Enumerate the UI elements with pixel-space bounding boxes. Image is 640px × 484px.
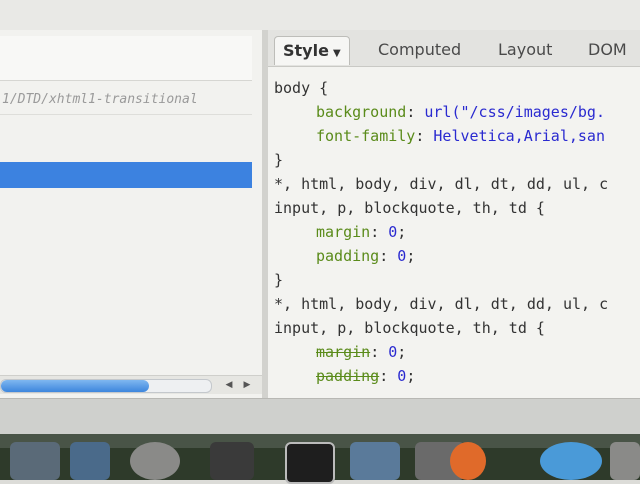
css-declaration-overridden[interactable]: margin: 0; bbox=[274, 340, 640, 364]
styles-panel: Style ▼ Computed Layout DOM body { backgr… bbox=[268, 30, 640, 398]
browser-icon[interactable] bbox=[540, 442, 602, 480]
css-property[interactable]: padding bbox=[316, 247, 379, 265]
tab-style[interactable]: Style ▼ bbox=[274, 36, 350, 65]
folder-icon[interactable] bbox=[70, 442, 110, 480]
css-selector[interactable]: *, html, body, div, dl, dt, dd, ul, c bbox=[274, 292, 640, 316]
horizontal-scrollbar[interactable]: ◀ ▶ bbox=[0, 375, 262, 394]
firefox-icon[interactable] bbox=[450, 442, 486, 480]
css-selector[interactable]: *, html, body, div, dl, dt, dd, ul, c bbox=[274, 172, 640, 196]
css-value[interactable]: 0 bbox=[397, 367, 406, 385]
css-declaration[interactable]: margin: 0; bbox=[274, 220, 640, 244]
scroll-left-icon[interactable]: ◀ bbox=[222, 378, 236, 392]
gear-icon[interactable] bbox=[130, 442, 180, 480]
css-rules: body { background: url("/css/images/bg. … bbox=[274, 76, 640, 388]
scroll-right-icon[interactable]: ▶ bbox=[240, 378, 254, 392]
doctype-line[interactable]: 1/DTD/xhtml1-transitional bbox=[2, 92, 254, 107]
css-value[interactable]: 0 bbox=[397, 247, 406, 265]
css-selector[interactable]: input, p, blockquote, th, td { bbox=[274, 316, 640, 340]
rule-close-brace: } bbox=[274, 271, 284, 289]
tab-dom[interactable]: DOM bbox=[588, 36, 627, 64]
dock bbox=[0, 434, 640, 484]
css-declaration[interactable]: font-family: Helvetica,Arial,san bbox=[274, 124, 640, 148]
selected-dom-node[interactable] bbox=[0, 162, 252, 188]
inspector-tab-bar: Style ▼ Computed Layout DOM bbox=[268, 30, 640, 67]
row-divider bbox=[0, 114, 252, 115]
dom-tree-panel: 1/DTD/xhtml1-transitional ◀ ▶ bbox=[0, 30, 262, 398]
css-value[interactable]: Helvetica,Arial,san bbox=[433, 127, 605, 145]
css-property[interactable]: background bbox=[316, 103, 406, 121]
dock-app-icon[interactable] bbox=[10, 442, 60, 480]
window-top-strip bbox=[0, 0, 640, 30]
css-selector[interactable]: body { bbox=[274, 76, 640, 100]
window-bottom-bar bbox=[0, 398, 640, 435]
css-selector[interactable]: input, p, blockquote, th, td { bbox=[274, 196, 640, 220]
css-value[interactable]: 0 bbox=[388, 223, 397, 241]
css-declaration[interactable]: padding: 0; bbox=[274, 244, 640, 268]
css-property[interactable]: padding bbox=[316, 367, 379, 385]
chevron-down-icon[interactable]: ▼ bbox=[333, 48, 341, 59]
tab-layout[interactable]: Layout bbox=[498, 36, 552, 64]
dock-app-icon[interactable] bbox=[610, 442, 640, 480]
css-property[interactable]: margin bbox=[316, 343, 370, 361]
rule-close-brace: } bbox=[274, 151, 284, 169]
terminal-icon[interactable] bbox=[285, 442, 335, 484]
css-value[interactable]: url("/css/images/bg. bbox=[424, 103, 605, 121]
tab-style-label: Style bbox=[283, 41, 329, 60]
tab-computed[interactable]: Computed bbox=[378, 36, 461, 64]
dock-app-icon[interactable] bbox=[210, 442, 254, 480]
dock-app-icon[interactable] bbox=[350, 442, 400, 480]
css-value[interactable]: 0 bbox=[388, 343, 397, 361]
css-property[interactable]: margin bbox=[316, 223, 370, 241]
css-property[interactable]: font-family bbox=[316, 127, 415, 145]
scroll-track[interactable] bbox=[0, 379, 212, 393]
scroll-thumb[interactable] bbox=[1, 380, 149, 392]
css-declaration[interactable]: background: url("/css/images/bg. bbox=[274, 100, 640, 124]
dom-panel-header bbox=[0, 36, 252, 81]
css-declaration-overridden[interactable]: padding: 0; bbox=[274, 364, 640, 388]
